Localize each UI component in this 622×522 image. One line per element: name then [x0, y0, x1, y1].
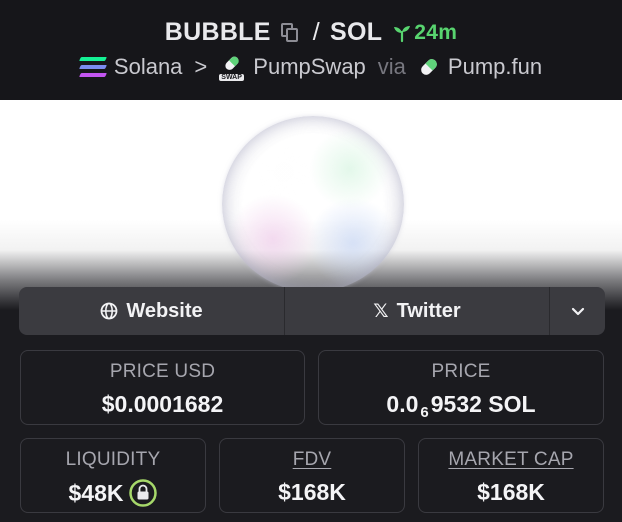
globe-icon: [100, 302, 118, 320]
dex-link[interactable]: PumpSwap: [253, 54, 366, 80]
copy-icon[interactable]: [280, 22, 299, 43]
price-usd-card: PRICE USD $0.0001682: [20, 350, 305, 425]
lock-icon[interactable]: [129, 479, 158, 507]
chevron-down-icon: [571, 307, 584, 316]
breadcrumb-chevron: >: [194, 54, 208, 79]
twitter-label: Twitter: [396, 299, 461, 322]
price-usd-label: PRICE USD: [109, 361, 216, 382]
liquidity-label: LIQUIDITY: [65, 449, 161, 470]
token-symbol: BUBBLE: [164, 18, 271, 46]
pill-icon: [421, 59, 437, 75]
token-banner-image: [0, 100, 622, 310]
pair-age-text: 24m: [414, 20, 458, 44]
twitter-button[interactable]: 𝕏 Twitter: [285, 287, 550, 335]
price-usd-value: $0.0001682: [21, 391, 304, 418]
solana-icon: [78, 57, 107, 77]
market-cap-label[interactable]: MARKET CAP: [419, 449, 603, 471]
website-button[interactable]: Website: [19, 287, 285, 335]
social-links-bar: Website 𝕏 Twitter: [19, 287, 605, 335]
sprout-icon: [394, 25, 411, 42]
fdv-amount: $168K: [278, 479, 346, 505]
pair-title: BUBBLE / SOL 24m: [0, 18, 622, 47]
liquidity-card: LIQUIDITY $48K: [20, 438, 206, 513]
price-suffix: 9532 SOL: [430, 391, 536, 417]
pumpswap-icon: SWAP: [219, 54, 245, 81]
market-cap-amount: $168K: [477, 479, 545, 505]
more-links-dropdown[interactable]: [550, 287, 605, 335]
pair-header: BUBBLE / SOL 24m Solana > SWAP PumpSwap …: [0, 0, 622, 100]
market-cap-value: $168K: [419, 479, 603, 506]
x-icon: 𝕏: [373, 300, 389, 322]
website-label: Website: [126, 299, 203, 322]
price-label: PRICE: [431, 361, 491, 382]
price-zero-count: 6: [420, 404, 429, 421]
breadcrumb: Solana > SWAP PumpSwap via Pump.fun: [0, 54, 622, 81]
liquidity-amount: $48K: [68, 479, 124, 506]
swap-tag: SWAP: [219, 74, 244, 81]
fdv-label[interactable]: FDV: [220, 449, 404, 471]
liquidity-value: $48K: [21, 479, 205, 507]
price-sol-card: PRICE 0.0 6 9532 SOL: [318, 350, 604, 425]
via-text: via: [377, 54, 406, 79]
chain-link[interactable]: Solana: [114, 54, 183, 80]
launchpad-link[interactable]: Pump.fun: [448, 54, 542, 80]
fdv-value: $168K: [220, 479, 404, 506]
quote-symbol: SOL: [329, 18, 383, 46]
price-sol-value: 0.0 6 9532 SOL: [319, 391, 603, 421]
pair-separator: /: [312, 18, 320, 46]
price-prefix: 0.0: [386, 391, 419, 417]
bubble-image: [222, 116, 404, 292]
price-usd-amount: $0.0001682: [101, 391, 224, 417]
pair-age: 24m: [392, 21, 457, 45]
fdv-card: FDV $168K: [219, 438, 405, 513]
market-cap-card: MARKET CAP $168K: [418, 438, 604, 513]
